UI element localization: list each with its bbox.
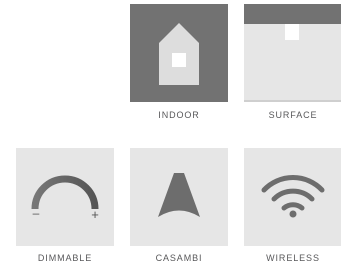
feature-label-indoor: INDOOR	[158, 110, 200, 120]
feature-tile-indoor[interactable]	[130, 4, 228, 102]
feature-tile-casambi[interactable]	[130, 148, 228, 246]
dimmer-plus-sign: +	[91, 207, 99, 222]
dimmer-dial-icon: – +	[16, 148, 114, 246]
feature-tile-surface[interactable]	[244, 4, 341, 102]
feature-label-surface: SURFACE	[268, 110, 318, 120]
feature-tile-dimmable[interactable]: – +	[16, 148, 114, 246]
wifi-icon	[244, 148, 341, 246]
feature-tile-wireless[interactable]	[244, 148, 341, 246]
feature-label-casambi: CASAMBI	[155, 253, 203, 263]
dimmer-minus-sign: –	[33, 206, 40, 220]
feature-label-wireless: WIRELESS	[266, 253, 320, 263]
feature-label-dimmable: DIMMABLE	[37, 253, 93, 263]
house-icon	[130, 4, 228, 102]
surface-mount-icon	[244, 4, 341, 102]
casambi-icon	[130, 148, 228, 246]
